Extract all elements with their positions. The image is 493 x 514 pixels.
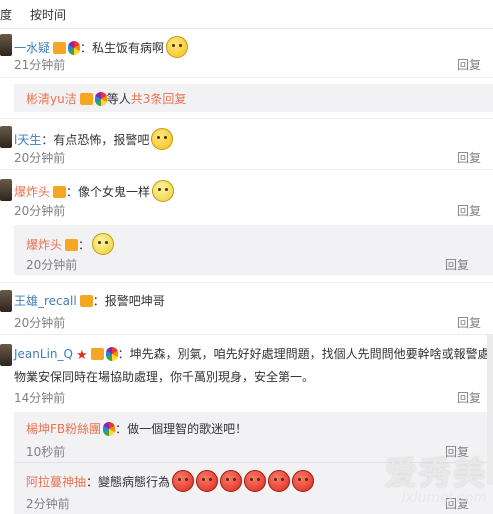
angry-emoji-icon xyxy=(244,470,267,492)
reply-text: ：做一個理智的歌迷吧！ xyxy=(115,422,248,436)
balloon-badge-icon xyxy=(105,347,118,361)
comment-user[interactable]: l天生 xyxy=(14,133,41,147)
comment-text: ：私生饭有病啊 xyxy=(80,41,165,55)
vip-badge-icon xyxy=(53,186,67,198)
comment-time: 14分钟前 xyxy=(14,391,66,405)
minion-emoji-icon xyxy=(92,233,115,255)
scrollbar[interactable] xyxy=(487,335,493,485)
reply-time: 10秒前 xyxy=(26,445,66,459)
vip-badge-icon xyxy=(79,93,93,105)
comment-user[interactable]: JeanLin_Q xyxy=(14,347,73,361)
reply-user[interactable]: 楊坤FB粉絲團 xyxy=(26,422,101,436)
avatar[interactable] xyxy=(0,34,12,56)
vip-badge-icon xyxy=(79,295,93,307)
comment-time: 20分钟前 xyxy=(14,204,66,218)
comment-time: 21分钟前 xyxy=(14,58,66,72)
minion-emoji-icon xyxy=(152,180,175,202)
vip-badge-icon xyxy=(90,348,104,360)
reply-box: 爆炸头 ： 20分钟前 回复 xyxy=(14,225,493,275)
reply-user[interactable]: 阿拉蔓神抽 xyxy=(26,475,86,489)
comment-text: ：坤先森，別氣，咱先好好處理問題，找個人先問問他要幹啥或報警處 xyxy=(117,347,490,361)
angry-emoji-icon xyxy=(292,470,315,492)
angry-emoji-icon xyxy=(172,470,195,492)
reply-button[interactable]: 回复 xyxy=(457,149,481,166)
comment-text: ：有点恐怖，报警吧 xyxy=(41,133,150,147)
reply-user[interactable]: 彬清yu洁 xyxy=(26,92,77,106)
reply-text: ：變態病態行為 xyxy=(86,475,171,489)
star-badge-icon: ★ xyxy=(75,348,88,363)
angry-emoji-icon xyxy=(220,470,243,492)
comment-item: l天生：有点恐怖，报警吧 20分钟前 回复 xyxy=(0,122,493,166)
sort-by-time[interactable]: 按时间 xyxy=(30,6,66,23)
angry-emoji-icon xyxy=(196,470,219,492)
comment-item: 一水疑 ：私生饭有病啊 21分钟前 回复 xyxy=(0,30,493,76)
comment-time: 20分钟前 xyxy=(14,316,66,330)
avatar[interactable] xyxy=(0,344,12,366)
comment-item: 王雄_recall ：报警吧坤哥 20分钟前 回复 xyxy=(0,286,493,330)
reply-button[interactable]: 回复 xyxy=(457,202,481,219)
reply-time: 20分钟前 xyxy=(26,258,78,272)
balloon-badge-icon xyxy=(68,41,81,55)
watermark-brand: 爱秀美 xyxy=(384,454,487,492)
reply-button[interactable]: 回复 xyxy=(457,314,481,331)
avatar[interactable] xyxy=(0,126,12,148)
comment-user[interactable]: 一水疑 xyxy=(14,41,50,55)
vip-badge-icon xyxy=(53,42,67,54)
comment-text: ：报警吧坤哥 xyxy=(92,294,165,308)
comment-item: 爆炸头 ：像个女鬼一样 20分钟前 回复 xyxy=(0,175,493,219)
comment-user[interactable]: 爆炸头 xyxy=(14,185,50,199)
comment-text-cont: 物業安保同時在場協助處理，你千萬別現身，安全第一。 xyxy=(14,370,315,384)
watermark-logo: 爱秀美 ixiumei.com xyxy=(385,448,487,506)
reply-time: 2分钟前 xyxy=(26,497,70,511)
comment-user[interactable]: 王雄_recall xyxy=(14,294,77,308)
emoji-icon xyxy=(151,128,174,150)
comment-text: ：像个女鬼一样 xyxy=(66,185,151,199)
reply-button[interactable]: 回复 xyxy=(445,256,469,273)
avatar[interactable] xyxy=(0,179,12,201)
vip-badge-icon xyxy=(65,239,79,251)
emoji-icon xyxy=(166,36,189,58)
balloon-badge-icon xyxy=(103,422,116,436)
sort-bar: 度 按时间 xyxy=(0,0,493,29)
sort-by-hot[interactable]: 度 xyxy=(0,6,12,23)
more-replies-link[interactable]: 共3条回复 xyxy=(131,92,187,106)
reply-text: 等人 xyxy=(106,92,131,106)
reply-text: ： xyxy=(78,238,91,252)
reply-button[interactable]: 回复 xyxy=(457,389,481,406)
comment-item: JeanLin_Q ★ ：坤先森，別氣，咱先好好處理問題，找個人先問問他要幹啥或報警… xyxy=(0,340,493,410)
avatar[interactable] xyxy=(0,290,12,312)
balloon-badge-icon xyxy=(94,92,107,106)
comment-time: 20分钟前 xyxy=(14,151,66,165)
angry-emoji-icon xyxy=(268,470,291,492)
reply-user[interactable]: 爆炸头 xyxy=(26,238,62,252)
reply-button[interactable]: 回复 xyxy=(457,56,481,73)
reply-summary[interactable]: 彬清yu洁 等人共3条回复 xyxy=(14,84,493,112)
